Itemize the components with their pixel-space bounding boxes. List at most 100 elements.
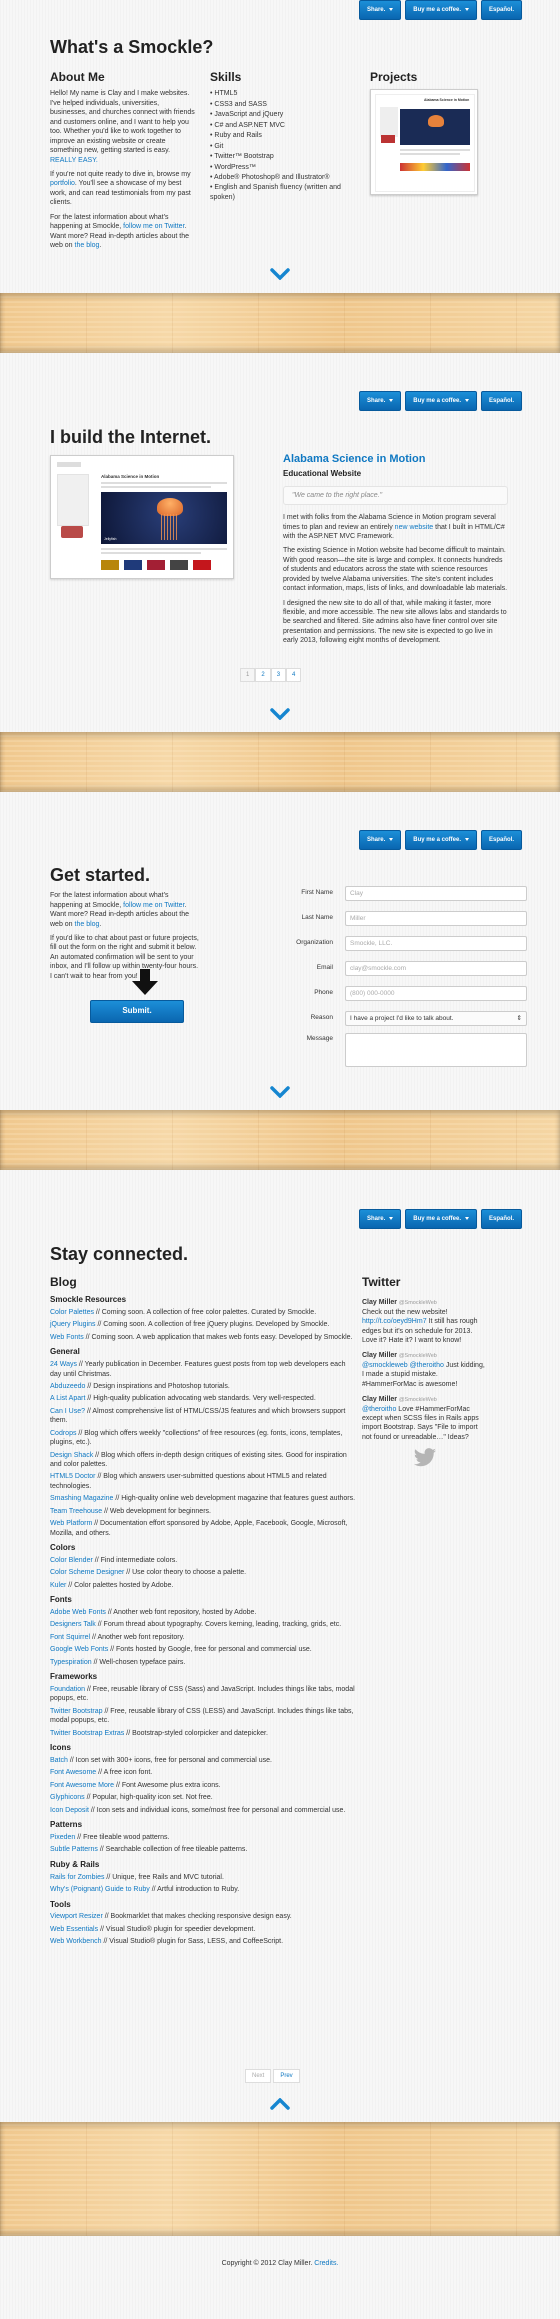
- share-button[interactable]: Share.: [358, 0, 402, 21]
- coffee-button[interactable]: Buy me a coffee.: [405, 0, 477, 21]
- organization-input[interactable]: Smockle, LLC.: [345, 936, 527, 951]
- resource-link[interactable]: Why's (Poignant) Guide to Ruby: [50, 1886, 150, 1893]
- resource-link[interactable]: Icon Deposit: [50, 1807, 89, 1814]
- resource-link[interactable]: Can I Use?: [50, 1408, 85, 1415]
- resource-link[interactable]: 24 Ways: [50, 1361, 77, 1368]
- share-button[interactable]: Share.: [358, 1209, 402, 1230]
- coffee-button[interactable]: Buy me a coffee.: [405, 1209, 477, 1230]
- resource-link[interactable]: Glyphicons: [50, 1794, 85, 1801]
- reason-value: I have a project I'd like to talk about.: [350, 1015, 454, 1022]
- tweet-handle[interactable]: @SmockleWeb: [399, 1397, 437, 1403]
- resource-link[interactable]: Foundation: [50, 1686, 85, 1693]
- page-link-3[interactable]: 3: [270, 668, 287, 683]
- phone-input[interactable]: (800) 000-0000: [345, 986, 527, 1001]
- first-name-input[interactable]: Clay: [345, 886, 527, 901]
- resource-link[interactable]: HTML5 Doctor: [50, 1473, 96, 1480]
- resource-link[interactable]: Color Scheme Designer: [50, 1569, 124, 1576]
- twitter-link[interactable]: follow me on Twitter: [123, 902, 184, 909]
- page-link-1[interactable]: 1: [240, 668, 256, 683]
- blog-link[interactable]: the blog: [75, 921, 100, 928]
- resource-link[interactable]: Design Shack: [50, 1452, 93, 1459]
- prev-button[interactable]: Prev: [273, 2069, 300, 2084]
- resource-link[interactable]: Color Blender: [50, 1557, 93, 1564]
- resource-link[interactable]: Web Workbench: [50, 1938, 102, 1945]
- tweet-link[interactable]: @smockleweb @theroitho: [362, 1362, 444, 1369]
- resource-link[interactable]: Designers Talk: [50, 1621, 96, 1628]
- form-row: First Name Clay: [285, 886, 527, 901]
- project-title[interactable]: Alabama Science in Motion: [283, 452, 508, 467]
- resource-link[interactable]: Google Web Fonts: [50, 1646, 108, 1653]
- email-input[interactable]: clay@smockle.com: [345, 961, 527, 976]
- resource-link[interactable]: Adobe Web Fonts: [50, 1609, 106, 1616]
- resource-description: // Font Awesome plus extra icons.: [114, 1781, 221, 1789]
- resource-link[interactable]: Pixeden: [50, 1834, 75, 1841]
- twitter-link[interactable]: follow me on Twitter: [123, 223, 184, 230]
- project-screenshot[interactable]: Alabama Science in Motion Jellyfish: [50, 455, 234, 579]
- blog-group: Patterns Pixeden // Free tileable wood pa…: [50, 1820, 358, 1855]
- scroll-down-icon[interactable]: [270, 268, 290, 280]
- resource-link[interactable]: Codrops: [50, 1430, 76, 1437]
- resource-link[interactable]: Team Treehouse: [50, 1508, 102, 1515]
- next-button[interactable]: Next: [245, 2069, 272, 2084]
- resource-link[interactable]: jQuery Plugins: [50, 1321, 96, 1328]
- message-textarea[interactable]: [345, 1033, 527, 1067]
- resource-link[interactable]: Twitter Bootstrap Extras: [50, 1730, 124, 1737]
- project-thumbnail[interactable]: Alabama Science in Motion: [370, 89, 478, 196]
- resource-link[interactable]: Font Awesome: [50, 1769, 96, 1776]
- blog-group: Frameworks Foundation // Free, reusable l…: [50, 1672, 358, 1738]
- resource-link[interactable]: Color Palettes: [50, 1309, 94, 1316]
- last-name-input[interactable]: Miller: [345, 911, 527, 926]
- share-button[interactable]: Share.: [358, 391, 402, 412]
- coffee-button[interactable]: Buy me a coffee.: [405, 830, 477, 851]
- twitter-bird-icon[interactable]: [362, 1448, 488, 1471]
- resource-link[interactable]: Kuler: [50, 1582, 66, 1589]
- scroll-down-icon[interactable]: [270, 708, 290, 720]
- resource-link[interactable]: A List Apart: [50, 1395, 85, 1402]
- tweet-author[interactable]: Clay Miller: [362, 1299, 397, 1306]
- blog-resource-item: Design Shack // Blog which offers in-dep…: [50, 1451, 358, 1470]
- skills-column: Skills • HTML5 • CSS3 and SASS • JavaScrip…: [210, 69, 360, 255]
- resource-link[interactable]: Web Fonts: [50, 1334, 84, 1341]
- resource-link[interactable]: Subtle Patterns: [50, 1846, 98, 1853]
- resource-link[interactable]: Font Awesome More: [50, 1782, 114, 1789]
- espanol-button[interactable]: Español.: [480, 0, 522, 21]
- tweet-link[interactable]: http://t.co/oeyd9Hm7: [362, 1318, 427, 1325]
- page-link-2[interactable]: 2: [255, 668, 271, 683]
- really-easy-link[interactable]: REALLY EASY.: [50, 157, 98, 164]
- blog-link[interactable]: the blog: [75, 242, 100, 249]
- scroll-down-icon[interactable]: [270, 1086, 290, 1098]
- form-row: Organization Smockle, LLC.: [285, 936, 527, 951]
- coffee-button[interactable]: Buy me a coffee.: [405, 391, 477, 412]
- tweet-author[interactable]: Clay Miller: [362, 1352, 397, 1359]
- about-paragraph-2: If you're not quite ready to dive in, br…: [50, 170, 191, 207]
- espanol-button[interactable]: Español.: [480, 391, 522, 412]
- resource-link[interactable]: Abduzeedo: [50, 1383, 85, 1390]
- tweet-author[interactable]: Clay Miller: [362, 1396, 397, 1403]
- espanol-button[interactable]: Español.: [480, 830, 522, 851]
- credits-link[interactable]: Credits.: [314, 2260, 338, 2267]
- share-button[interactable]: Share.: [358, 830, 402, 851]
- resource-link[interactable]: Viewport Resizer: [50, 1913, 103, 1920]
- resource-link[interactable]: Web Platform: [50, 1520, 92, 1527]
- skill-label: C# and ASP.NET MVC: [214, 121, 285, 129]
- resource-link[interactable]: Twitter Bootstrap: [50, 1708, 103, 1715]
- blog-group: Smockle Resources Color Palettes // Comin…: [50, 1295, 358, 1342]
- tweet-link[interactable]: @theroitho: [362, 1406, 396, 1413]
- portfolio-link[interactable]: portfolio: [50, 180, 75, 187]
- espanol-button[interactable]: Español.: [480, 1209, 522, 1230]
- resource-link[interactable]: Web Essentials: [50, 1926, 98, 1933]
- resource-link[interactable]: Smashing Magazine: [50, 1495, 113, 1502]
- scroll-up-icon[interactable]: [270, 2098, 290, 2110]
- resource-link[interactable]: Font Squirrel: [50, 1634, 90, 1641]
- resource-link[interactable]: Rails for Zombies: [50, 1874, 104, 1881]
- tweet-handle[interactable]: @SmockleWeb: [399, 1300, 437, 1306]
- page-link-4[interactable]: 4: [286, 668, 302, 683]
- skill-label: Git: [214, 142, 224, 150]
- tweet-handle[interactable]: @SmockleWeb: [399, 1353, 437, 1359]
- resource-link[interactable]: Typespiration: [50, 1659, 92, 1666]
- blog-group-heading: Icons: [50, 1743, 71, 1753]
- submit-button[interactable]: Submit.: [90, 1000, 184, 1023]
- new-website-link[interactable]: new website: [395, 524, 434, 531]
- reason-select[interactable]: I have a project I'd like to talk about.…: [345, 1011, 527, 1026]
- resource-link[interactable]: Batch: [50, 1757, 68, 1764]
